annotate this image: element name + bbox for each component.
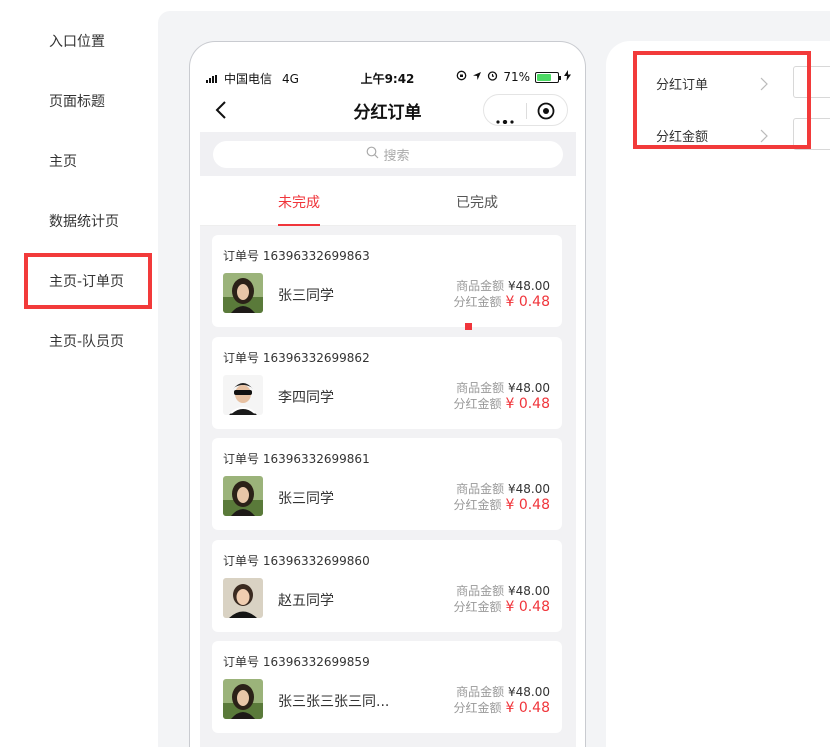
woman-photo-avatar [223,273,263,313]
customer-name: 李四同学 [278,390,334,406]
order-list: 订单号 16396332699863 张三同学 商品金额 ¥48.00 分红金额… [200,226,576,747]
dividend-amount-row: 分红金额 ¥ 0.48 [453,293,550,310]
search-placeholder: 搜索 [383,149,410,164]
goods-amount-value: ¥48.00 [508,279,550,293]
sidebar-item-page-title[interactable]: 页面标题 [49,92,105,112]
woman-photo-avatar [223,679,263,719]
customer-name: 张三张三张三同... [278,694,390,710]
battery-icon [535,71,561,83]
editor-root: 入口位置 页面标题 主页 数据统计页 主页-订单页 主页-队员页 中国电信 4G… [0,0,830,747]
left-sidebar: 入口位置 页面标题 主页 数据统计页 主页-订单页 主页-队员页 [0,0,158,747]
dividend-amount-label: 分红金额 [453,600,502,614]
goods-amount-label: 商品金额 [456,381,505,395]
dividend-amount-row: 分红金额 ¥ 0.48 [453,496,550,513]
dividend-amount-row: 分红金额 ¥ 0.48 [453,598,550,615]
goods-amount-row: 商品金额 ¥48.00 [456,582,550,599]
status-bar: 中国电信 4G 上午9:42 71% [190,42,585,86]
order-card[interactable]: 订单号 16396332699862 李四同学 商品金额 ¥48.00 分红金额… [212,337,562,429]
charging-icon [564,70,571,84]
order-card[interactable]: 订单号 16396332699859 张三张三张三同... 商品金额 ¥48.0… [212,641,562,733]
more-dots-icon[interactable] [495,109,515,125]
order-card[interactable]: 订单号 16396332699863 张三同学 商品金额 ¥48.00 分红金额… [212,235,562,327]
orientation-lock-icon [456,70,467,84]
customer-name: 张三同学 [278,491,334,507]
dividend-amount-row: 分红金额 ¥ 0.48 [453,395,550,412]
phone-preview: 中国电信 4G 上午9:42 71% 分红订单 搜索 未完成 已完成 订单号 1… [189,41,586,747]
selected-item-highlight-box [24,253,152,309]
miniprogram-capsule [483,94,568,126]
goods-amount-value: ¥48.00 [508,685,550,699]
search-icon [366,146,379,163]
sidebar-item-statistics[interactable]: 数据统计页 [49,212,119,232]
dividend-amount-label: 分红金额 [453,295,502,309]
dividend-amount-label: 分红金额 [453,701,502,715]
goods-amount-row: 商品金额 ¥48.00 [456,379,550,396]
battery-percent: 71% [503,70,530,84]
woman2-photo-avatar [223,578,263,618]
order-number: 订单号 16396332699863 [223,249,370,263]
status-right: 71% [456,70,571,84]
goods-amount-row: 商品金额 ¥48.00 [456,683,550,700]
sidebar-item-entry-position[interactable]: 入口位置 [49,32,105,52]
capsule-divider [526,103,527,119]
selection-marker [465,323,472,330]
goods-amount-value: ¥48.00 [508,482,550,496]
woman-photo-avatar [223,476,263,516]
tab-finished[interactable]: 已完成 [456,192,498,212]
alarm-icon [487,70,498,84]
dividend-amount-label: 分红金额 [453,397,502,411]
customer-name: 赵五同学 [278,593,334,609]
location-icon [472,70,482,84]
dividend-amount-value: ¥ 0.48 [505,294,550,310]
dividend-amount-value: ¥ 0.48 [505,599,550,615]
close-miniprogram-icon[interactable] [536,101,556,121]
dividend-amount-value: ¥ 0.48 [505,700,550,716]
goods-amount-label: 商品金额 [456,279,505,293]
order-number: 订单号 16396332699859 [223,655,370,669]
dividend-amount-row: 分红金额 ¥ 0.48 [453,699,550,716]
sidebar-item-home[interactable]: 主页 [49,152,77,172]
man-photo-avatar [223,375,263,415]
goods-amount-label: 商品金额 [456,685,505,699]
order-number: 订单号 16396332699862 [223,351,370,365]
goods-amount-row: 商品金额 ¥48.00 [456,480,550,497]
dividend-amount-value: ¥ 0.48 [505,497,550,513]
goods-amount-label: 商品金额 [456,584,505,598]
order-tabs: 未完成 已完成 [200,176,576,226]
goods-amount-value: ¥48.00 [508,584,550,598]
dividend-amount-value: ¥ 0.48 [505,396,550,412]
search-area: 搜索 [200,132,576,176]
order-card[interactable]: 订单号 16396332699860 赵五同学 商品金额 ¥48.00 分红金额… [212,540,562,632]
goods-amount-row: 商品金额 ¥48.00 [456,277,550,294]
dividend-amount-label: 分红金额 [453,498,502,512]
tab-unfinished[interactable]: 未完成 [278,192,320,212]
order-number: 订单号 16396332699861 [223,452,370,466]
goods-amount-label: 商品金额 [456,482,505,496]
panel-highlight-box [633,51,811,149]
sidebar-item-home-members[interactable]: 主页-队员页 [49,332,124,352]
goods-amount-value: ¥48.00 [508,381,550,395]
order-number: 订单号 16396332699860 [223,554,370,568]
order-card[interactable]: 订单号 16396332699861 张三同学 商品金额 ¥48.00 分红金额… [212,438,562,530]
search-input[interactable]: 搜索 [213,141,563,168]
nav-bar: 分红订单 [190,90,585,130]
customer-name: 张三同学 [278,288,334,304]
